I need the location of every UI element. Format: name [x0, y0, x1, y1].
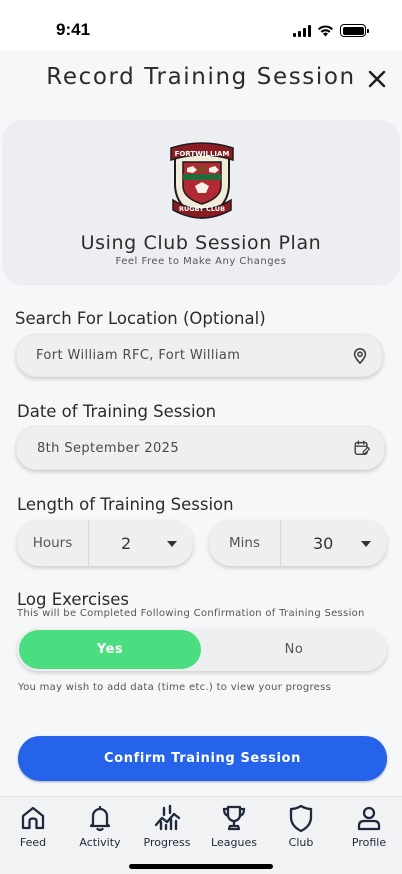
date-input[interactable]: 8th September 2025	[16, 426, 385, 470]
crest-top-text: FORTWILLIAM	[175, 150, 230, 158]
tab-activity[interactable]: Activity	[70, 803, 130, 849]
status-time: 9:41	[56, 20, 91, 39]
battery-icon	[340, 24, 369, 37]
mins-dropdown[interactable]: 30	[281, 520, 387, 566]
close-button[interactable]	[366, 68, 388, 90]
tab-label: Leagues	[211, 836, 257, 849]
trophy-icon	[222, 805, 246, 831]
log-exercises-toggle: Yes No	[17, 628, 387, 671]
plan-subtitle: Feel Free to Make Any Changes	[115, 256, 287, 267]
length-label: Length of Training Session	[17, 495, 234, 514]
calendar-edit-icon[interactable]	[353, 439, 371, 457]
status-icons	[293, 24, 369, 37]
tab-club[interactable]: Club	[271, 803, 331, 849]
bottom-tab-bar: Feed Activity Progress Leagues Club Prof…	[0, 796, 402, 874]
wifi-icon	[318, 24, 333, 36]
hours-value: 2	[121, 533, 132, 553]
tab-label: Feed	[19, 836, 47, 849]
close-icon	[368, 70, 386, 88]
home-indicator	[129, 864, 273, 869]
tab-label: Progress	[143, 836, 191, 849]
log-exercises-title: Log Exercises	[17, 590, 129, 609]
hours-dropdown[interactable]: 2	[89, 520, 193, 566]
tab-leagues[interactable]: Leagues	[204, 803, 264, 849]
hours-label: Hours	[17, 520, 89, 566]
map-pin-icon[interactable]	[351, 347, 369, 365]
signal-icon	[293, 24, 311, 37]
tab-feed[interactable]: Feed	[3, 803, 63, 849]
chevron-down-icon	[361, 541, 371, 547]
progress-hint: You may wish to add data (time etc.) to …	[18, 682, 332, 693]
location-value: Fort William RFC, Fort William	[36, 348, 241, 363]
confirm-training-session-button[interactable]: Confirm Training Session	[18, 736, 387, 781]
toggle-yes-option[interactable]: Yes	[19, 630, 201, 669]
session-plan-card: FORTWILLIAM RUGBY CLUB Using Club Sessio…	[2, 120, 400, 285]
chart-trend-icon	[154, 804, 181, 831]
tab-profile[interactable]: Profile	[339, 803, 399, 849]
header: Record Training Session	[0, 50, 402, 110]
home-icon	[21, 806, 45, 830]
tab-label: Profile	[351, 836, 387, 849]
log-exercises-subtitle: This will be Completed Following Confirm…	[17, 608, 365, 619]
location-label: Search For Location (Optional)	[15, 309, 266, 328]
crest-bottom-text: RUGBY CLUB	[179, 205, 225, 213]
bell-icon	[89, 805, 111, 832]
chevron-down-icon	[167, 541, 177, 547]
mins-value: 30	[313, 533, 334, 553]
toggle-no-option[interactable]: No	[203, 630, 385, 669]
tab-progress[interactable]: Progress	[137, 803, 197, 849]
date-value: 8th September 2025	[37, 440, 180, 456]
hours-select[interactable]: Hours 2	[17, 520, 193, 566]
plan-title: Using Club Session Plan	[80, 232, 322, 254]
minutes-select[interactable]: Mins 30	[209, 520, 387, 566]
mins-label: Mins	[209, 520, 281, 566]
location-input[interactable]: Fort William RFC, Fort William	[16, 334, 383, 377]
user-icon	[357, 806, 381, 831]
status-bar: 9:41	[0, 0, 402, 50]
tab-label: Club	[288, 836, 314, 849]
shield-icon	[289, 804, 313, 833]
club-crest-logo: FORTWILLIAM RUGBY CLUB	[170, 142, 234, 220]
tab-label: Activity	[79, 836, 121, 849]
page-title: Record Training Session	[46, 64, 356, 90]
date-label: Date of Training Session	[17, 402, 217, 421]
